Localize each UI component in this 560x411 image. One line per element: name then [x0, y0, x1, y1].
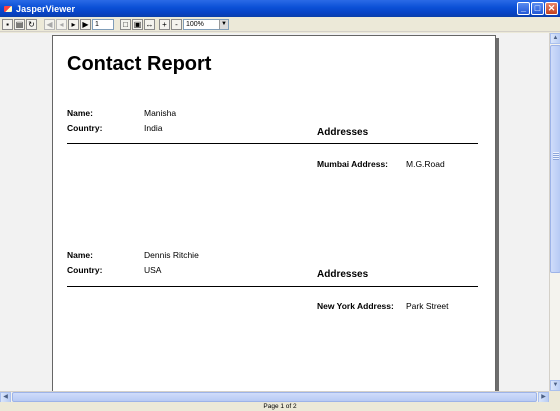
actual-size-icon[interactable]: □ — [120, 18, 131, 30]
minimize-button[interactable]: _ — [517, 2, 530, 15]
maximize-button[interactable]: □ — [531, 2, 544, 15]
last-page-icon[interactable]: ▶ — [80, 18, 91, 30]
fit-width-icon[interactable]: ↔ — [144, 18, 155, 30]
fit-page-icon[interactable]: ▣ — [132, 18, 143, 30]
vertical-scroll-thumb[interactable] — [550, 45, 560, 273]
save-icon[interactable]: ▪ — [2, 18, 13, 30]
print-icon[interactable]: ▤ — [14, 18, 25, 30]
report-page: Contact Report Name: Manisha Country: In… — [52, 35, 496, 391]
addresses-heading: Addresses — [317, 269, 369, 280]
page-number-input[interactable]: 1 — [92, 18, 114, 30]
reload-icon[interactable]: ↻ — [26, 18, 37, 30]
address-value: M.G.Road — [406, 159, 445, 169]
viewer-toolbar: ▪ ▤ ↻ ◀ ◂ ▸ ▶ 1 □ ▣ ↔ + - 100% ▼ — [0, 17, 560, 32]
close-button[interactable]: ✕ — [545, 2, 558, 15]
addresses-heading: Addresses — [317, 127, 369, 138]
record-divider — [67, 286, 478, 287]
country-value: India — [144, 123, 163, 133]
name-value: Manisha — [144, 108, 177, 118]
window-title-bar[interactable]: JasperViewer _ □ ✕ — [0, 0, 560, 17]
scroll-down-icon[interactable]: ▼ — [550, 380, 560, 391]
report-title: Contact Report — [67, 53, 212, 75]
address-value: Park Street — [406, 301, 449, 311]
country-value: USA — [144, 265, 162, 275]
name-label: Name: — [67, 250, 93, 260]
jasper-app-icon — [3, 4, 13, 14]
page-status: Page 1 of 2 — [0, 402, 560, 411]
zoom-out-icon[interactable]: - — [171, 18, 182, 30]
window-title: JasperViewer — [16, 3, 76, 14]
report-viewer[interactable]: Contact Report Name: Manisha Country: In… — [0, 33, 549, 391]
scroll-corner — [549, 391, 560, 402]
country-label: Country: — [67, 123, 103, 133]
record-divider — [67, 143, 478, 144]
zoom-in-icon[interactable]: + — [159, 18, 170, 30]
address-label: Mumbai Address: — [317, 159, 389, 169]
horizontal-scroll-thumb[interactable] — [12, 392, 537, 402]
country-label: Country: — [67, 265, 103, 275]
next-page-icon[interactable]: ▸ — [68, 18, 79, 30]
previous-page-icon[interactable]: ◂ — [56, 18, 67, 30]
address-label: New York Address: — [317, 301, 394, 311]
name-label: Name: — [67, 108, 93, 118]
chevron-down-icon[interactable]: ▼ — [219, 19, 228, 29]
horizontal-scrollbar[interactable]: ◀ ▶ — [0, 391, 549, 403]
first-page-icon[interactable]: ◀ — [44, 18, 55, 30]
zoom-value: 100% — [186, 20, 204, 28]
scroll-up-icon[interactable]: ▲ — [550, 33, 560, 44]
name-value: Dennis Ritchie — [144, 250, 199, 260]
zoom-select[interactable]: 100% ▼ — [183, 18, 229, 30]
vertical-scrollbar[interactable]: ▲ ▼ — [549, 33, 560, 391]
